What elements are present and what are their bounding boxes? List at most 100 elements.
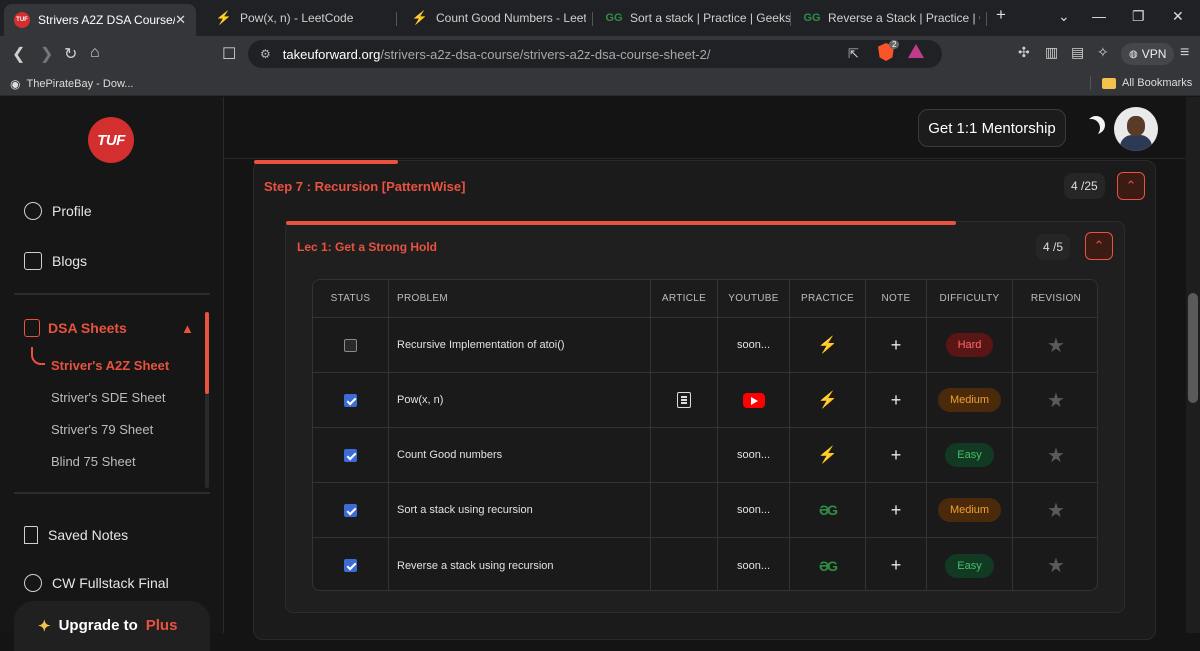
page-scrollbar-thumb[interactable] <box>1188 293 1198 403</box>
add-note-icon[interactable]: + <box>891 500 902 521</box>
site-settings-icon[interactable]: ⚙ <box>260 47 271 61</box>
leetcode-icon[interactable]: ⚡ <box>818 390 838 410</box>
problem-name[interactable]: Recursive Implementation of atoi() <box>389 318 651 372</box>
collapse-step-button[interactable]: ⌃ <box>1117 172 1145 200</box>
moon-icon[interactable] <box>1082 119 1100 137</box>
url-bar[interactable]: ⚙ takeuforward.org/strivers-a2z-dsa-cour… <box>248 40 942 68</box>
all-bookmarks-button[interactable]: All Bookmarks <box>1102 77 1192 89</box>
leo-ai-icon[interactable]: ✧ <box>1097 44 1109 61</box>
gfg-icon[interactable]: ƏG <box>819 558 838 574</box>
avatar[interactable] <box>1114 107 1158 151</box>
chevron-up-icon: ⌃ <box>1125 178 1137 193</box>
tab-pow-leetcode[interactable]: ⚡ Pow(x, n) - LeetCode <box>206 4 386 32</box>
sidebar-item-saved-notes[interactable]: Saved Notes <box>24 526 128 544</box>
tab-separator <box>396 12 397 26</box>
article-icon[interactable] <box>677 392 691 408</box>
problem-name[interactable]: Count Good numbers <box>389 428 651 482</box>
submenu-scroll-thumb[interactable] <box>205 312 209 394</box>
minimize-icon[interactable]: — <box>1092 8 1106 24</box>
status-checkbox[interactable] <box>344 393 357 407</box>
star-icon[interactable]: ★ <box>1047 333 1065 358</box>
lecture-title[interactable]: Lec 1: Get a Strong Hold <box>297 240 437 254</box>
sidebar-divider <box>14 492 210 494</box>
add-note-icon[interactable]: + <box>891 555 902 576</box>
sheet-link-79[interactable]: Striver's 79 Sheet <box>51 422 153 437</box>
collapse-lecture-button[interactable]: ⌃ <box>1085 232 1113 260</box>
bookmark-item[interactable]: ◉ ThePirateBay - Dow... <box>10 77 133 91</box>
tab-count-good-numbers[interactable]: ⚡ Count Good Numbers - LeetCod <box>402 4 586 32</box>
globe-icon: ◉ <box>10 77 21 91</box>
status-checkbox[interactable] <box>344 559 357 572</box>
page-scrollbar[interactable] <box>1186 97 1200 633</box>
star-icon[interactable]: ★ <box>1047 498 1065 523</box>
status-checkbox[interactable] <box>344 503 357 517</box>
share-icon[interactable]: ⇱ <box>848 46 859 62</box>
youtube-soon: soon... <box>718 483 790 537</box>
bookmark-label: ThePirateBay - Dow... <box>26 78 134 90</box>
back-icon[interactable]: ❮ <box>12 44 25 64</box>
sheet-link-a2z[interactable]: Striver's A2Z Sheet <box>51 358 169 373</box>
add-note-icon[interactable]: + <box>891 335 902 356</box>
table-header-row: STATUS PROBLEM ARTICLE YOUTUBE PRACTICE … <box>313 280 1097 318</box>
star-icon[interactable]: ★ <box>1047 443 1065 468</box>
status-checkbox[interactable] <box>344 338 357 352</box>
vpn-label: VPN <box>1141 47 1167 61</box>
close-tab-icon[interactable]: ✕ <box>175 12 186 28</box>
tab-search-chevron-icon[interactable]: ⌄ <box>1058 8 1070 25</box>
wallet-icon[interactable]: ▤ <box>1071 44 1084 61</box>
star-icon[interactable]: ★ <box>1047 388 1065 413</box>
bookmarks-bar: ◉ ThePirateBay - Dow... All Bookmarks <box>0 72 1200 96</box>
extensions-icon[interactable]: ✣ <box>1018 44 1030 61</box>
avatar-body <box>1120 135 1152 151</box>
tab-sort-stack-gfg[interactable]: GG Sort a stack | Practice | GeeksforG <box>596 4 790 32</box>
new-tab-icon[interactable]: + <box>996 5 1006 25</box>
problem-name[interactable]: Pow(x, n) <box>389 373 651 427</box>
menu-icon[interactable]: ≡ <box>1180 44 1189 62</box>
sidebar: TUF Profile Blogs DSA Sheets ▲ Striver's… <box>0 97 224 651</box>
sidebar-section-dsa-sheets[interactable]: DSA Sheets <box>24 319 127 337</box>
leetcode-icon[interactable]: ⚡ <box>818 445 838 465</box>
sidebar-item-label: CW Fullstack Final <box>52 575 169 591</box>
brave-rewards-icon[interactable] <box>908 44 924 58</box>
youtube-icon[interactable] <box>742 392 765 408</box>
gfg-icon[interactable]: ƏG <box>819 502 838 518</box>
difficulty-badge: Easy <box>945 553 994 578</box>
tab-strivers-a2z[interactable]: TUF Strivers A2Z DSA Course/She ✕ <box>4 4 196 36</box>
leetcode-icon[interactable]: ⚡ <box>818 335 838 355</box>
problem-name[interactable]: Sort a stack using recursion <box>389 483 651 537</box>
problem-name[interactable]: Reverse a stack using recursion <box>389 538 651 590</box>
home-icon[interactable]: ⌂ <box>90 44 100 62</box>
sidebar-item-blogs[interactable]: Blogs <box>24 252 87 270</box>
chevron-up-icon[interactable]: ▲ <box>181 321 194 336</box>
col-header-article: ARTICLE <box>651 280 718 317</box>
add-note-icon[interactable]: + <box>891 445 902 466</box>
sheet-link-sde[interactable]: Striver's SDE Sheet <box>51 390 165 405</box>
forward-icon[interactable]: ❯ <box>40 44 53 64</box>
youtube-soon: soon... <box>718 428 790 482</box>
tuf-logo[interactable]: TUF <box>88 117 134 163</box>
step-title[interactable]: Step 7 : Recursion [PatternWise] <box>264 179 465 194</box>
sidebar-item-cw-fullstack[interactable]: CW Fullstack Final <box>24 574 169 592</box>
sidebar-item-profile[interactable]: Profile <box>24 202 92 220</box>
tab-reverse-stack-gfg[interactable]: GG Reverse a Stack | Practice | Geeks <box>794 4 980 32</box>
gfg-favicon-icon: GG <box>605 12 623 24</box>
sparkle-icon: ✦ <box>38 618 51 635</box>
bookmark-icon[interactable]: ☐ <box>222 44 236 64</box>
restore-icon[interactable]: ❐ <box>1132 8 1145 25</box>
mentorship-button[interactable]: Get 1:1 Mentorship <box>918 109 1066 147</box>
sidebar-toggle-icon[interactable]: ▥ <box>1045 44 1058 61</box>
section-label: DSA Sheets <box>48 320 127 336</box>
vpn-button[interactable]: ◍ VPN <box>1121 43 1175 65</box>
add-note-icon[interactable]: + <box>891 390 902 411</box>
status-checkbox[interactable] <box>344 448 357 462</box>
upgrade-plus-button[interactable]: ✦ Upgrade to Plus <box>14 601 210 651</box>
sheet-link-blind75[interactable]: Blind 75 Sheet <box>51 454 136 469</box>
step-progress-bar <box>254 160 398 164</box>
sidebar-item-label: Blogs <box>52 253 88 269</box>
star-icon[interactable]: ★ <box>1047 553 1065 578</box>
reload-icon[interactable]: ↻ <box>64 44 77 64</box>
close-window-icon[interactable]: ✕ <box>1172 8 1184 25</box>
tab-title: Sort a stack | Practice | GeeksforG <box>630 11 790 25</box>
difficulty-badge: Easy <box>945 443 994 467</box>
table-row: Pow(x, n) ⚡ + Medium ★ <box>313 373 1097 428</box>
